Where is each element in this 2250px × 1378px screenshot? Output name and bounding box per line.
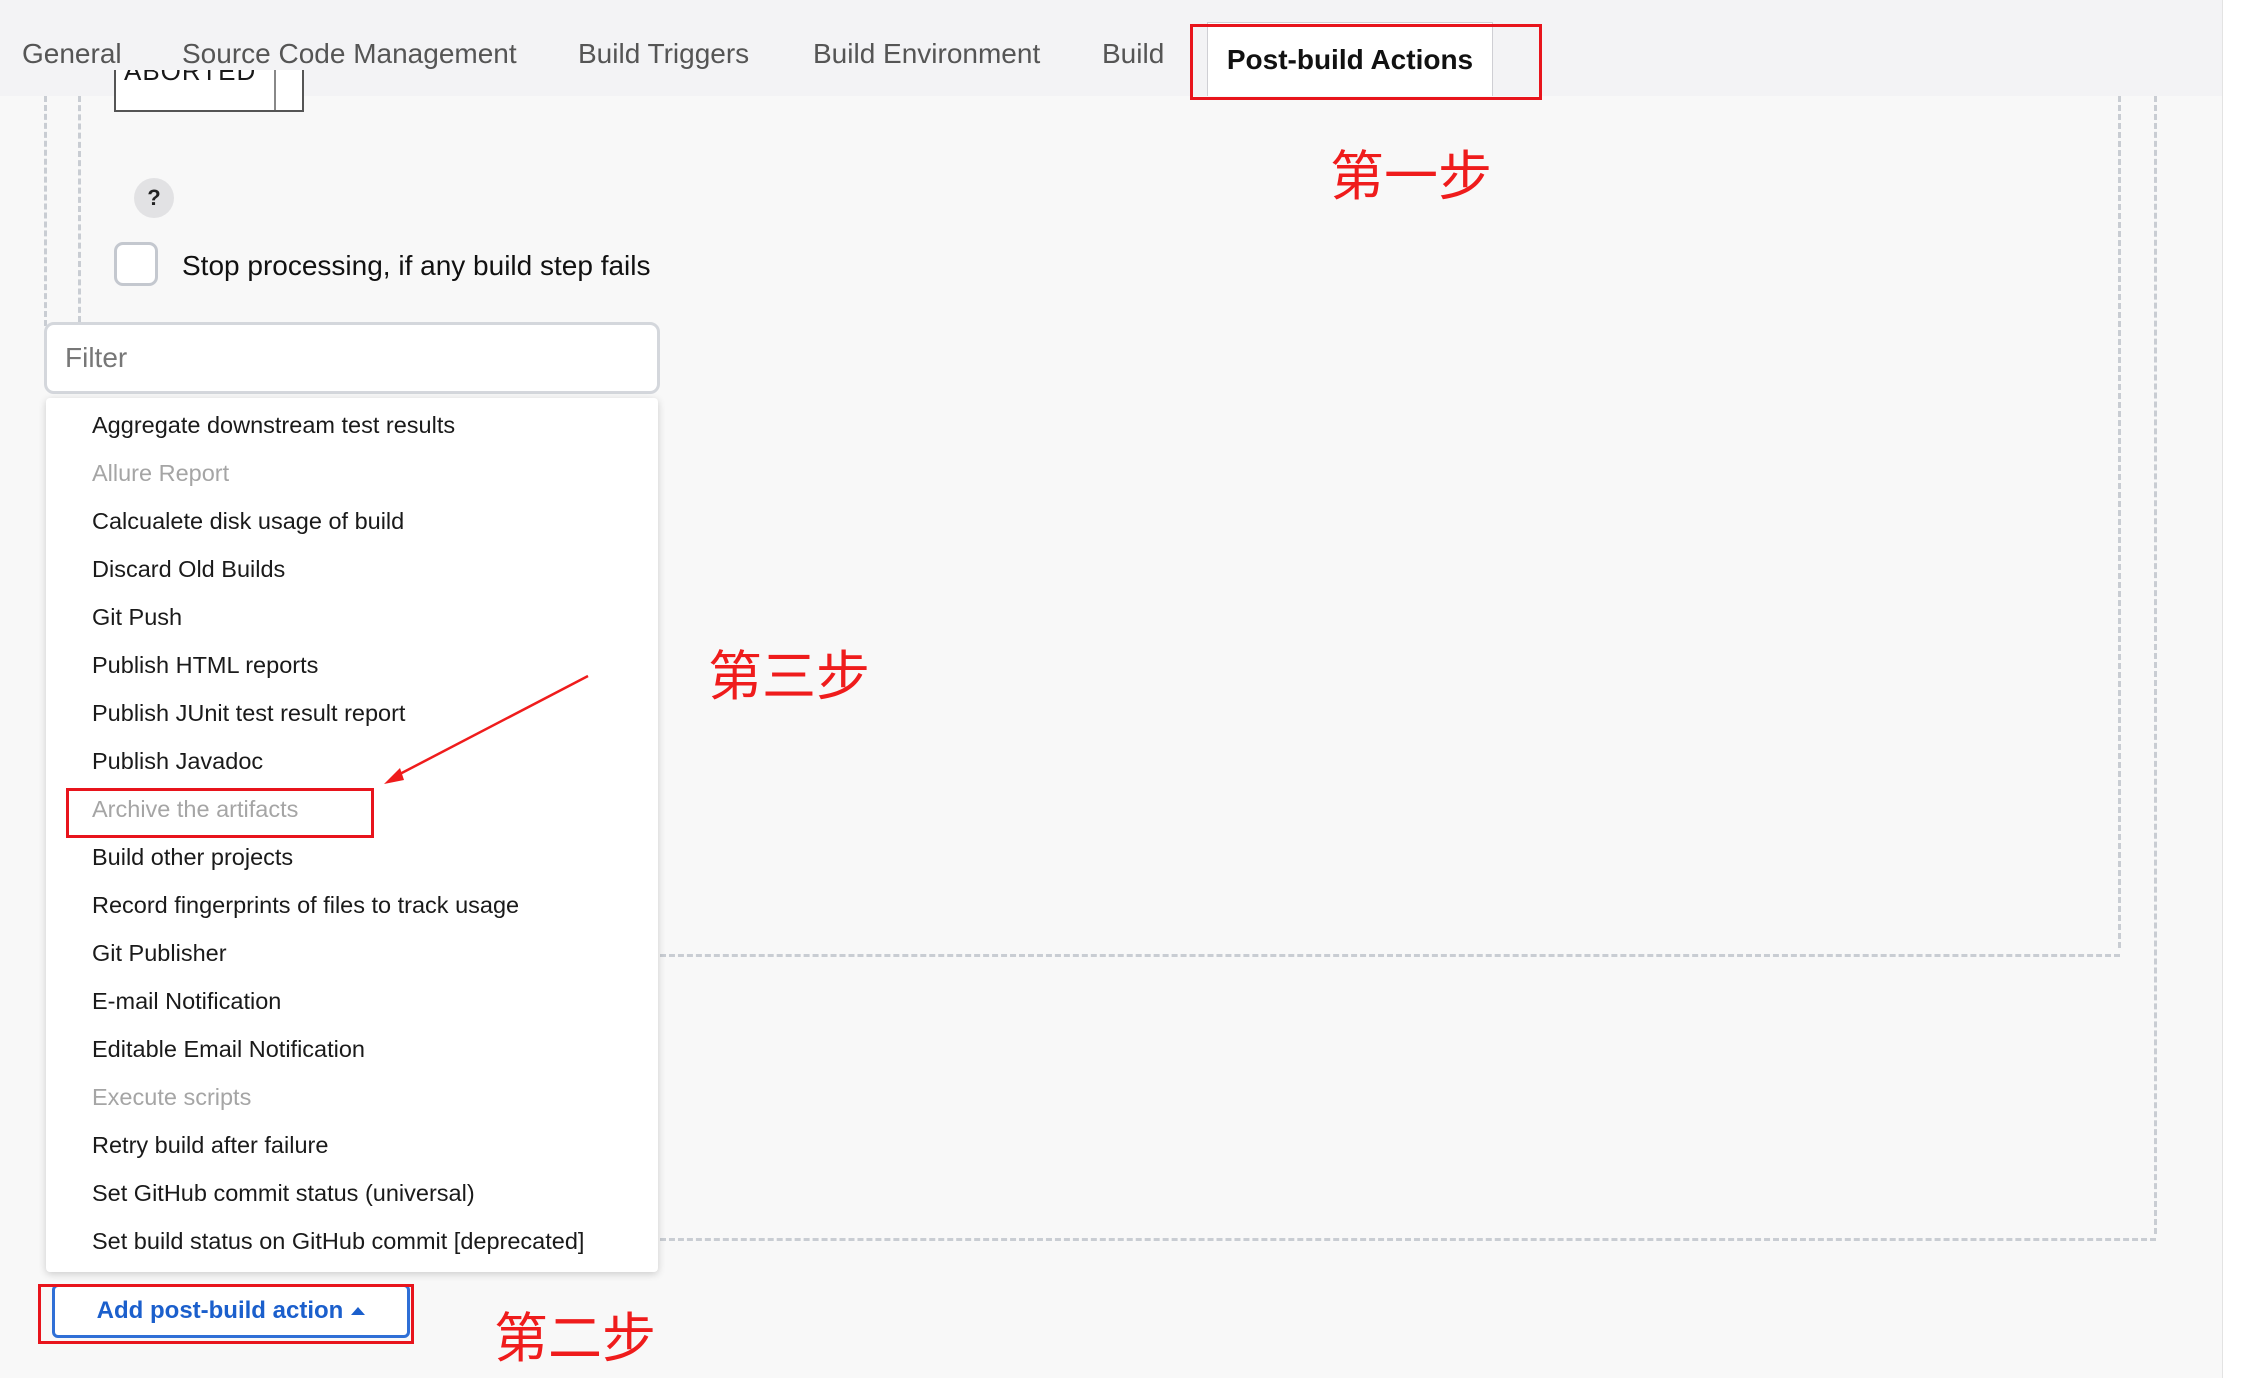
arrow-head	[384, 768, 404, 784]
annotation-arrow	[384, 674, 589, 784]
arrow-shaft	[395, 674, 589, 778]
